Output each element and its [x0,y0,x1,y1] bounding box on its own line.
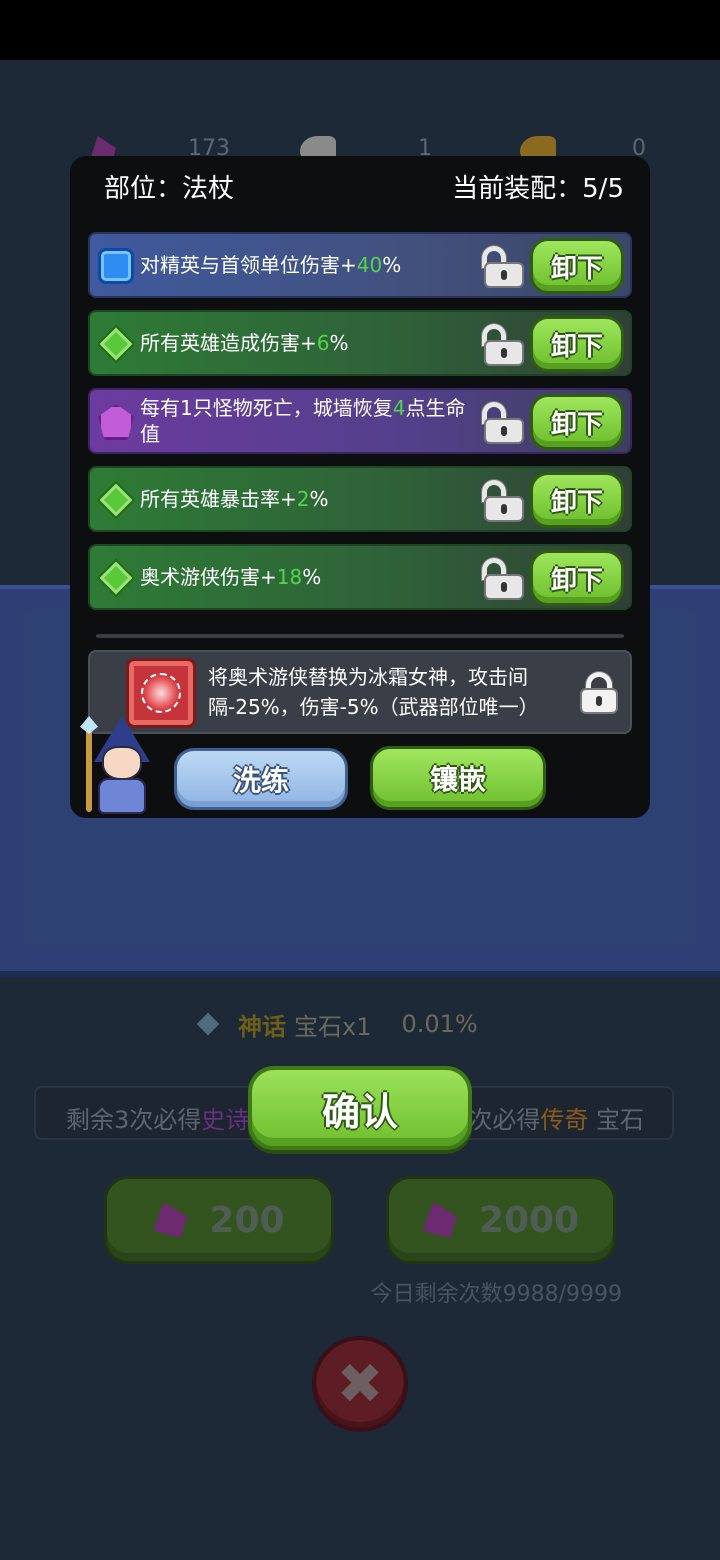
slot-label: 部位：法杖 [104,174,235,204]
gem-effect-text: 对精英与首领单位伤害+40% [140,253,402,277]
gem-row: 所有英雄造成伤害+6% 卸下 [88,310,632,376]
status-bar [0,0,720,60]
daily-remaining: 今日剩余次数9988/9999 [370,1282,622,1307]
unlock-icon[interactable] [482,558,524,600]
unlock-icon[interactable] [482,402,524,444]
draw-ten-button[interactable]: 2000 [386,1176,616,1264]
gem-effect-text: 每有1只怪物死亡，城墙恢复4点生命值 [140,396,466,446]
odds-item-label: 宝石x1 [294,1012,372,1041]
lock-icon[interactable] [580,672,618,714]
gem-row: 所有英雄暴击率+2% 卸下 [88,466,632,532]
unequip-button[interactable]: 卸下 [530,316,624,372]
unlock-icon[interactable] [482,480,524,522]
bullet-diamond-icon [196,1012,220,1036]
special-effect-text: 将奥术游侠替换为冰霜女神，攻击间隔-25%，伤害-5%（武器部位唯一） [208,665,539,719]
gem-effect-text: 所有英雄暴击率+2% [140,487,329,511]
unlock-icon[interactable] [482,246,524,288]
unlock-icon[interactable] [482,324,524,366]
draw-ten-cost: 2000 [478,1199,580,1241]
gem-socket-dialog: 部位：法杖 当前装配：5/5 对精英与首领单位伤害+40% 卸下 所有英雄造成伤… [70,156,650,818]
pity-left-text: 剩余3次必得史诗 [66,1106,250,1134]
odds-row-mythic: 神话 宝石x1 0.01% [196,1006,478,1042]
close-button[interactable]: ✖ [312,1336,408,1432]
unequip-button[interactable]: 卸下 [530,238,624,294]
pity-right-text: 次必得传奇 宝石 [468,1106,644,1134]
purple-gem-icon [98,404,134,440]
special-effect-box: 将奥术游侠替换为冰霜女神，攻击间隔-25%，伤害-5%（武器部位唯一） [88,650,632,734]
unequip-button[interactable]: 卸下 [530,394,624,450]
equip-count: 当前装配：5/5 [452,174,624,204]
green-gem-icon [96,480,136,520]
draw-single-button[interactable]: 200 [104,1176,334,1264]
gem-icon [153,1202,188,1238]
confirm-button[interactable]: 确认 [248,1066,472,1150]
gem-row: 每有1只怪物死亡，城墙恢复4点生命值 卸下 [88,388,632,454]
reroll-button[interactable]: 洗练 [174,748,348,810]
inlay-button[interactable]: 镶嵌 [370,746,546,810]
blue-gem-icon [98,248,134,284]
odds-value: 0.01% [401,1010,478,1038]
unequip-button[interactable]: 卸下 [530,550,624,606]
rarity-label: 神话 [238,1012,286,1041]
gem-row: 奥术游侠伤害+18% 卸下 [88,544,632,610]
gem-row: 对精英与首领单位伤害+40% 卸下 [88,232,632,298]
close-icon: ✖ [336,1351,384,1417]
gem-effect-text: 奥术游侠伤害+18% [140,565,322,589]
unequip-button[interactable]: 卸下 [530,472,624,528]
draw-single-cost: 200 [209,1199,285,1241]
green-gem-icon [96,558,136,598]
hero-mage-avatar [76,716,156,816]
gem-effect-text: 所有英雄造成伤害+6% [140,331,349,355]
divider [96,634,624,638]
green-gem-icon [96,324,136,364]
gem-icon [422,1202,457,1238]
